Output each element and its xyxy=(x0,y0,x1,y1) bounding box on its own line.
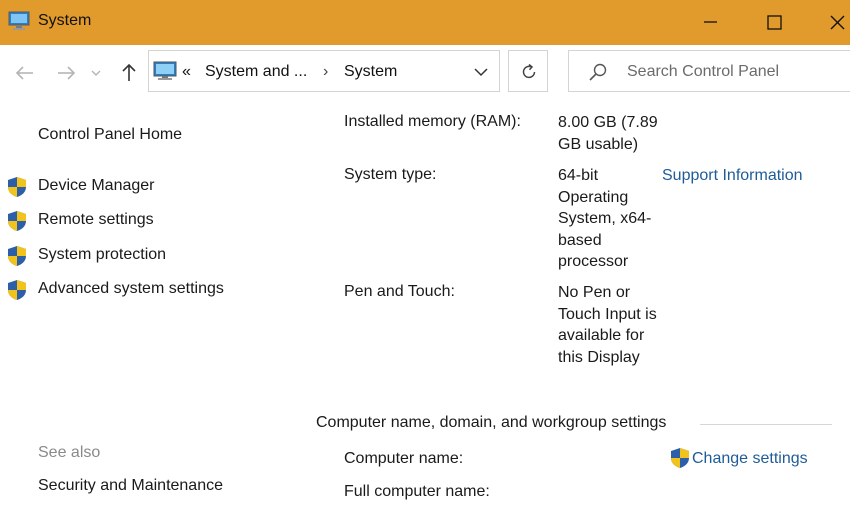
close-icon[interactable] xyxy=(822,8,850,36)
security-and-maintenance-link[interactable]: Security and Maintenance xyxy=(38,477,223,495)
arrow-right-icon[interactable] xyxy=(53,60,79,86)
shield-icon xyxy=(670,447,690,469)
computer-name-label: Computer name: xyxy=(344,450,464,467)
computer-name-section-title: Computer name, domain, and workgroup set… xyxy=(316,414,667,431)
pen-and-touch-label: Pen and Touch: xyxy=(344,283,455,300)
breadcrumb-system-and-security[interactable]: System and ... xyxy=(205,63,307,81)
arrow-up-icon[interactable] xyxy=(116,60,142,86)
computer-icon xyxy=(153,61,177,81)
control-panel-home-link[interactable]: Control Panel Home xyxy=(38,126,182,144)
shield-icon xyxy=(7,176,27,198)
window-title: System xyxy=(38,12,92,29)
breadcrumb-overflow[interactable]: « xyxy=(182,63,191,81)
title-bar: System xyxy=(0,0,850,45)
see-also-heading: See also xyxy=(38,444,101,461)
system-app-icon xyxy=(8,11,30,31)
search-icon xyxy=(587,62,609,87)
change-settings-link[interactable]: Change settings xyxy=(692,450,808,468)
sidebar-item-remote-settings[interactable]: Remote settings xyxy=(38,211,154,229)
full-computer-name-label: Full computer name: xyxy=(344,483,490,500)
minimize-icon[interactable] xyxy=(696,8,726,36)
maximize-icon[interactable] xyxy=(760,8,790,36)
pen-and-touch-value: No Pen or Touch Input is available for t… xyxy=(558,284,657,366)
sidebar-item-device-manager[interactable]: Device Manager xyxy=(38,177,155,195)
breadcrumb-system[interactable]: System xyxy=(344,63,397,81)
address-bar[interactable]: « System and ... › System xyxy=(148,50,500,92)
breadcrumb-separator: › xyxy=(323,63,329,80)
address-dropdown-icon[interactable] xyxy=(473,65,489,84)
installed-memory-value: 8.00 GB (7.89 GB usable) xyxy=(558,114,658,153)
search-input[interactable]: Search Control Panel xyxy=(568,50,850,92)
sidebar-item-system-protection[interactable]: System protection xyxy=(38,246,166,264)
support-information-link[interactable]: Support Information xyxy=(662,167,803,185)
refresh-button[interactable] xyxy=(508,50,548,92)
search-placeholder: Search Control Panel xyxy=(627,63,780,80)
installed-memory-label: Installed memory (RAM): xyxy=(344,113,521,130)
arrow-left-icon[interactable] xyxy=(12,60,38,86)
shield-icon xyxy=(7,279,27,301)
refresh-icon xyxy=(519,62,539,87)
sidebar-item-advanced-system-settings[interactable]: Advanced system settings xyxy=(38,280,224,298)
shield-icon xyxy=(7,245,27,267)
chevron-down-icon[interactable] xyxy=(88,60,104,86)
system-type-label: System type: xyxy=(344,166,437,183)
section-divider xyxy=(700,424,832,425)
shield-icon xyxy=(7,210,27,232)
system-type-value: 64-bit Operating System, x64-based proce… xyxy=(558,167,652,270)
